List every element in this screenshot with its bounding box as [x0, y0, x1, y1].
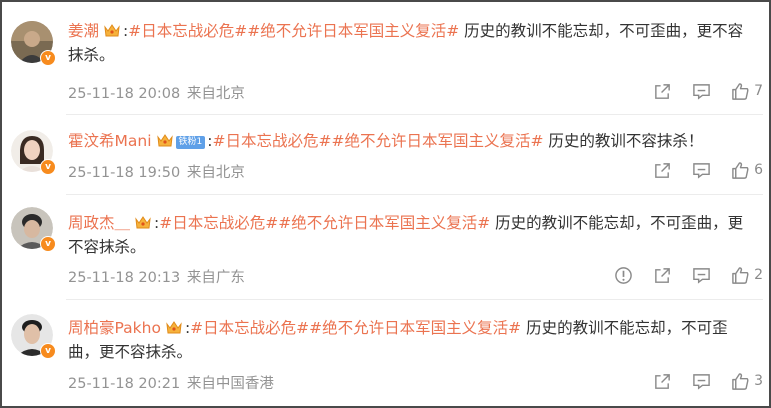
share-button[interactable]	[653, 372, 672, 391]
like-icon	[732, 372, 749, 390]
report-icon	[615, 266, 632, 284]
reply-button[interactable]	[692, 82, 711, 101]
reply-button[interactable]	[692, 161, 711, 180]
share-icon	[655, 162, 670, 178]
like-button[interactable]: 2	[731, 266, 763, 285]
verified-badge-icon: v	[40, 159, 56, 175]
reply-button[interactable]	[692, 372, 711, 391]
like-button[interactable]: 7	[731, 82, 763, 101]
comment-item: v 霍汶希Mani 铁粉1:#日本忘战必危##绝不允许日本军国主义复活# 历史的教…	[2, 114, 769, 194]
topic-link[interactable]: #绝不允许日本军国主义复活#	[247, 22, 459, 40]
comment-time: 25-11-18 20:13	[68, 270, 181, 286]
comment-meta: 25-11-18 20:13 来自广东	[68, 266, 245, 287]
comment-body: 周柏豪Pakho:#日本忘战必危##绝不允许日本军国主义复活# 历史的教训不能忘…	[68, 316, 755, 364]
comment-body: 周政杰＿:#日本忘战必危##绝不允许日本军国主义复活# 历史的教训不能忘却，不可…	[68, 211, 755, 259]
comment-actions: 2	[594, 264, 763, 286]
username-link[interactable]: 霍汶希Mani	[68, 132, 152, 150]
comment-body: 姜潮:#日本忘战必危##绝不允许日本军国主义复活# 历史的教训不能忘却，不可歪曲…	[68, 19, 755, 67]
topic-link[interactable]: #绝不允许日本军国主义复活#	[278, 214, 490, 232]
comment-actions: 6	[633, 159, 763, 181]
share-icon	[655, 373, 670, 389]
verified-badge-icon: v	[40, 343, 56, 359]
share-icon	[655, 83, 670, 99]
comment-icon	[693, 267, 710, 284]
report-button[interactable]	[614, 266, 633, 285]
like-count: 3	[754, 373, 763, 389]
comment-meta: 25-11-18 20:21 来自中国香港	[68, 372, 274, 393]
comment-list: v 姜潮:#日本忘战必危##绝不允许日本军国主义复活# 历史的教训不能忘却，不可…	[0, 0, 771, 408]
comment-location: 来自中国香港	[186, 376, 274, 392]
username-link[interactable]: 姜潮	[68, 22, 99, 40]
comment-icon	[693, 162, 710, 179]
comment-text: 历史的教训不容抹杀！	[543, 132, 704, 150]
comment-location: 来自广东	[186, 270, 245, 286]
username-link[interactable]: 周柏豪Pakho	[68, 319, 161, 337]
share-button[interactable]	[653, 82, 672, 101]
like-button[interactable]: 6	[731, 161, 763, 180]
topic-link[interactable]: #日本忘战必危#	[128, 22, 247, 40]
topic-link[interactable]: #日本忘战必危#	[159, 214, 278, 232]
comment-icon	[693, 373, 710, 390]
verified-badge-icon: v	[40, 236, 56, 252]
avatar[interactable]: v	[11, 207, 56, 252]
fan-badge: 铁粉1	[175, 136, 206, 149]
avatar[interactable]: v	[11, 130, 56, 175]
share-icon	[655, 267, 670, 283]
comment-item: v 周柏豪Pakho:#日本忘战必危##绝不允许日本军国主义复活# 历史的教训不…	[2, 299, 769, 406]
username-link[interactable]: 周政杰＿	[68, 214, 130, 232]
verified-badge-icon: v	[40, 50, 56, 66]
like-icon	[732, 161, 749, 179]
comment-item: v 姜潮:#日本忘战必危##绝不允许日本军国主义复活# 历史的教训不能忘却，不可…	[2, 2, 769, 114]
comment-meta: 25-11-18 19:50 来自北京	[68, 161, 245, 182]
like-icon	[732, 266, 749, 284]
comment-location: 来自北京	[186, 86, 245, 102]
crown-icon	[156, 134, 173, 147]
comment-location: 来自北京	[186, 165, 245, 181]
crown-icon	[166, 321, 182, 334]
comment-actions: 7	[633, 80, 763, 102]
comment-time: 25-11-18 20:08	[68, 86, 181, 102]
comment-time: 25-11-18 19:50	[68, 165, 181, 181]
comment-meta: 25-11-18 20:08 来自北京	[68, 82, 245, 103]
avatar[interactable]: v	[11, 314, 56, 359]
share-button[interactable]	[653, 266, 672, 285]
like-count: 6	[754, 162, 763, 178]
comment-actions: 3	[633, 370, 763, 392]
topic-link[interactable]: #绝不允许日本军国主义复活#	[331, 132, 543, 150]
topic-link[interactable]: #日本忘战必危#	[212, 132, 331, 150]
reply-button[interactable]	[692, 266, 711, 285]
crown-icon	[104, 24, 120, 37]
comment-body: 霍汶希Mani 铁粉1:#日本忘战必危##绝不允许日本军国主义复活# 历史的教训不…	[68, 129, 755, 153]
like-count: 2	[754, 267, 763, 283]
avatar[interactable]: v	[11, 21, 56, 66]
topic-link[interactable]: #绝不允许日本军国主义复活#	[309, 319, 521, 337]
crown-icon	[135, 216, 151, 229]
comment-time: 25-11-18 20:21	[68, 376, 181, 392]
share-button[interactable]	[653, 161, 672, 180]
like-icon	[732, 82, 749, 100]
comment-icon	[693, 83, 710, 100]
topic-link[interactable]: #日本忘战必危#	[190, 319, 309, 337]
like-button[interactable]: 3	[731, 372, 763, 391]
comment-item: v 周政杰＿:#日本忘战必危##绝不允许日本军国主义复活# 历史的教训不能忘却，…	[2, 194, 769, 299]
like-count: 7	[754, 83, 763, 99]
